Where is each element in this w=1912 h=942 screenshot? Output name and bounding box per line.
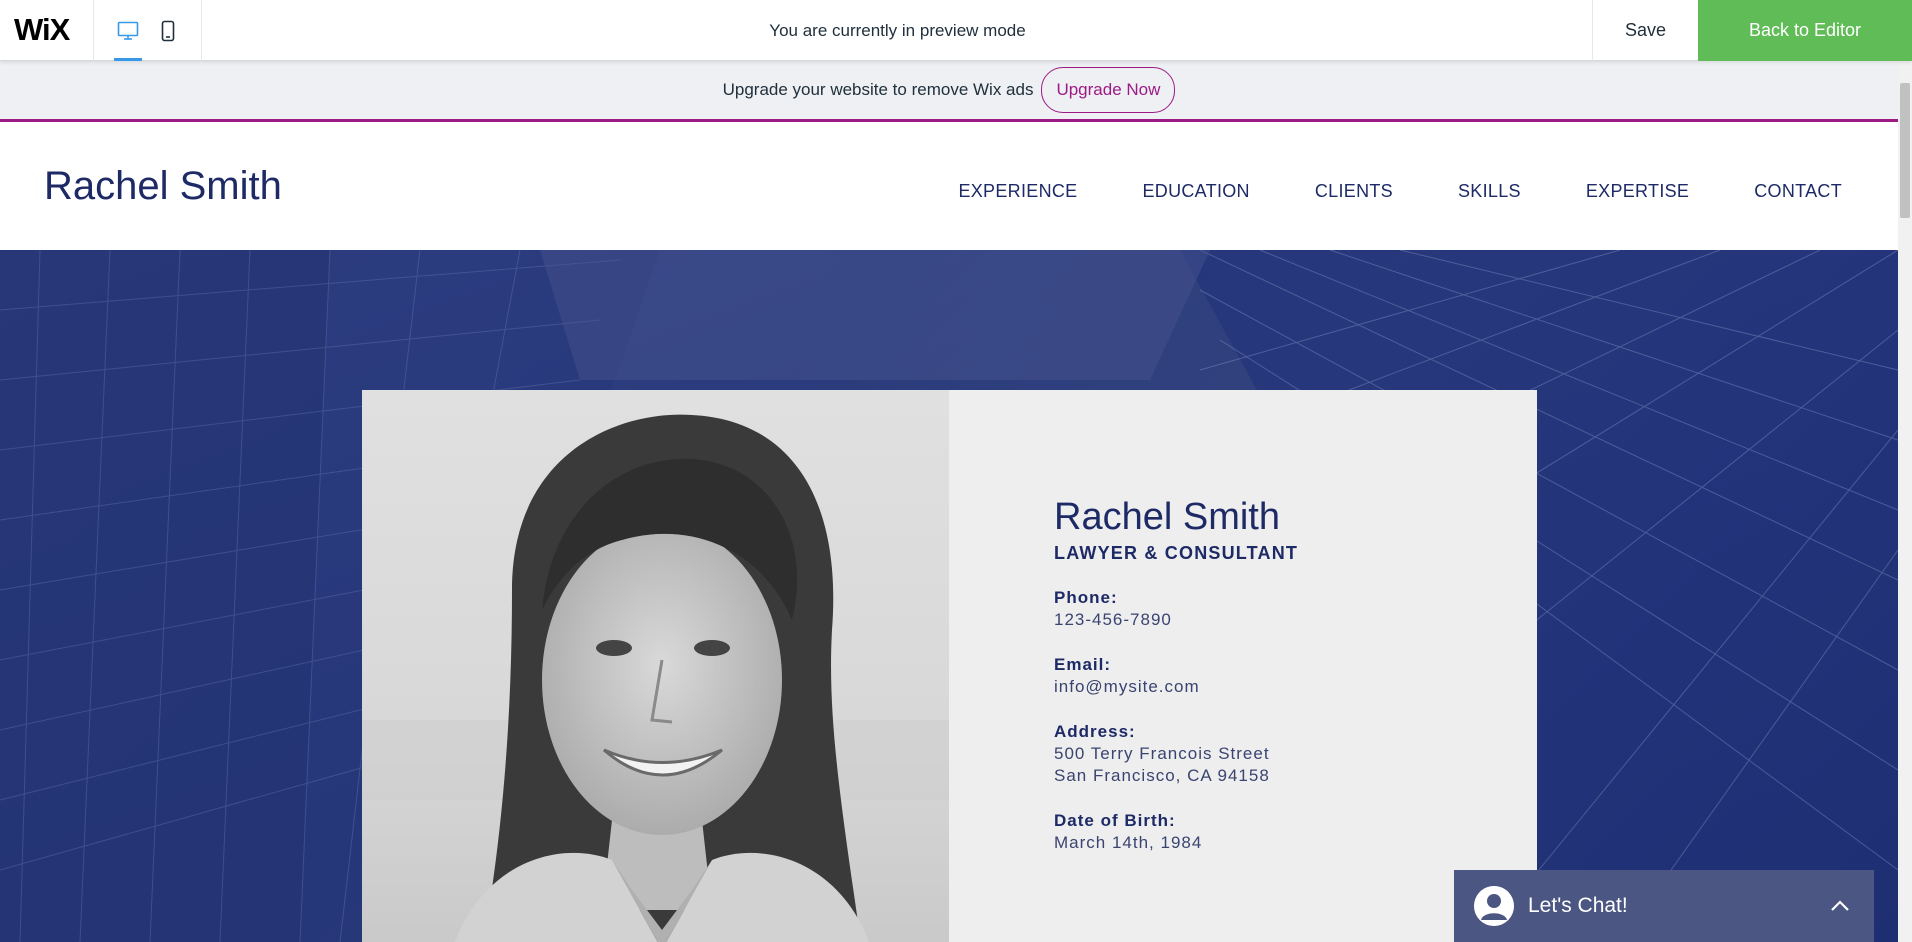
chat-label: Let's Chat!	[1528, 894, 1628, 917]
address-line-1: 500 Terry Francois Street	[1054, 744, 1270, 763]
address-line-2: San Francisco, CA 94158	[1054, 766, 1270, 785]
upgrade-banner: Upgrade your website to remove Wix ads U…	[0, 61, 1898, 122]
nav-item-expertise[interactable]: EXPERTISE	[1586, 181, 1689, 202]
phone-label: Phone:	[1054, 588, 1118, 607]
nav-item-skills[interactable]: SKILLS	[1458, 181, 1521, 202]
profile-info: Rachel Smith LAWYER & CONSULTANT Phone: …	[1054, 495, 1474, 854]
back-to-editor-button[interactable]: Back to Editor	[1698, 0, 1912, 61]
upgrade-now-button[interactable]: Upgrade Now	[1041, 67, 1176, 113]
dob-label: Date of Birth:	[1054, 811, 1176, 830]
dob-field: Date of Birth: March 14th, 1984	[1054, 810, 1474, 854]
scrollbar-thumb[interactable]	[1900, 83, 1910, 218]
dob-value: March 14th, 1984	[1054, 833, 1203, 852]
site-navigation: EXPERIENCE EDUCATION CLIENTS SKILLS EXPE…	[893, 181, 1842, 202]
nav-item-contact[interactable]: CONTACT	[1754, 181, 1842, 202]
email-field: Email: info@mysite.com	[1054, 654, 1474, 698]
chevron-up-icon[interactable]	[1830, 900, 1850, 912]
profile-name: Rachel Smith	[1054, 496, 1280, 538]
chat-widget[interactable]: Let's Chat!	[1454, 870, 1874, 942]
nav-item-clients[interactable]: CLIENTS	[1315, 181, 1393, 202]
portrait-image	[362, 414, 949, 942]
upgrade-banner-text: Upgrade your website to remove Wix ads	[722, 80, 1034, 99]
nav-item-education[interactable]: EDUCATION	[1142, 181, 1249, 202]
site-title[interactable]: Rachel Smith	[44, 164, 282, 209]
email-value[interactable]: info@mysite.com	[1054, 676, 1474, 698]
hero-section: Rachel Smith LAWYER & CONSULTANT Phone: …	[0, 250, 1898, 942]
profile-title: LAWYER & CONSULTANT	[1054, 543, 1299, 563]
phone-value: 123-456-7890	[1054, 610, 1172, 629]
address-field: Address: 500 Terry Francois Street San F…	[1054, 721, 1474, 787]
page-scrollbar[interactable]	[1898, 61, 1912, 942]
wix-preview-toolbar: WiX You are currently in preview mode Sa…	[0, 0, 1912, 61]
user-icon	[1474, 886, 1514, 926]
address-label: Address:	[1054, 722, 1136, 741]
profile-photo	[362, 390, 949, 942]
save-button[interactable]: Save	[1592, 0, 1698, 61]
nav-item-experience[interactable]: EXPERIENCE	[958, 181, 1077, 202]
site-header: Rachel Smith EXPERIENCE EDUCATION CLIENT…	[0, 124, 1898, 250]
profile-card: Rachel Smith LAWYER & CONSULTANT Phone: …	[362, 390, 1537, 942]
email-label: Email:	[1054, 655, 1112, 674]
phone-field: Phone: 123-456-7890	[1054, 587, 1474, 631]
preview-mode-message: You are currently in preview mode	[769, 21, 1026, 40]
